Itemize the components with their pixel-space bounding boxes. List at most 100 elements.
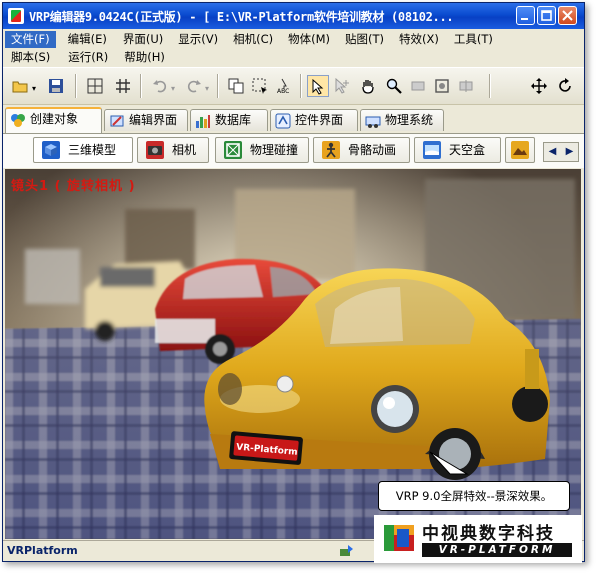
open-dropdown-icon[interactable]: ▾ — [32, 84, 36, 93]
tab-landscape[interactable] — [505, 137, 535, 163]
toolbar-separator — [75, 74, 77, 98]
menu-display[interactable]: 显示(V) — [172, 31, 224, 48]
tab-label: 创建对象 — [30, 112, 79, 126]
rename-button[interactable]: ABC — [273, 75, 295, 97]
effect-callout: VRP 9.0全屏特效--景深效果。 — [378, 481, 570, 511]
tab-label: 控件界面 — [295, 113, 344, 127]
zoom-icon — [386, 78, 402, 94]
maximize-icon — [541, 10, 552, 21]
pointer-add-button[interactable] — [331, 75, 353, 97]
tab-3d-model[interactable]: 三维模型 — [33, 137, 133, 163]
link-icon — [411, 81, 425, 91]
sub-tab-strip: 三维模型 相机 物理碰撞 骨骼动画 天空盒 ◀ ▶ — [3, 133, 584, 168]
minimize-button[interactable] — [516, 6, 535, 25]
app-window: VRP编辑器9.0424C(正式版) - [ E:\VR-Platform软件培… — [2, 2, 585, 562]
toolbar-separator — [489, 74, 491, 98]
marquee-select-button[interactable] — [249, 75, 271, 97]
vr-platform-logo-icon — [384, 525, 414, 551]
save-button[interactable] — [45, 75, 67, 97]
tab-label: 天空盒 — [449, 143, 486, 157]
tab-physics[interactable]: 物理系统 — [360, 109, 444, 131]
undo-button[interactable] — [149, 75, 171, 97]
pointer-add-icon — [335, 78, 349, 94]
menu-interface[interactable]: 界面(U) — [117, 31, 169, 48]
tab-scroll-arrows: ◀ ▶ — [543, 142, 579, 162]
menu-object[interactable]: 物体(M) — [282, 31, 336, 48]
main-toolbar: ▾ ▾ ▾ ABC — [3, 67, 584, 105]
tab-edit-ui[interactable]: 编辑界面 — [104, 109, 188, 131]
tab-label: 物理系统 — [385, 113, 434, 127]
redo-icon — [187, 80, 201, 93]
copy-icon — [228, 78, 244, 94]
brand-name-en: VR-PLATFORM — [422, 543, 572, 557]
camera-icon — [146, 141, 164, 159]
tab-create-object[interactable]: 创建对象 — [5, 107, 102, 133]
camera-label: 镜头1 ( 旋转相机 ) — [11, 179, 136, 194]
hand-pan-button[interactable] — [357, 75, 379, 97]
3d-viewport[interactable]: VR-Platform 镜头1 ( 旋转相机 ) VRP 9.0全屏特效--景深… — [5, 169, 581, 539]
tab-label: 编辑界面 — [129, 113, 178, 127]
toolbar-separator — [140, 74, 142, 98]
zoom-button[interactable] — [383, 75, 405, 97]
app-logo-icon[interactable] — [8, 8, 24, 24]
brand-watermark: 中视典数字科技 VR-PLATFORM — [374, 515, 582, 563]
rotate-button[interactable] — [554, 75, 576, 97]
save-icon — [49, 79, 63, 93]
3d-model-icon — [42, 141, 60, 159]
main-tab-strip: 创建对象 编辑界面 数据库 控件界面 物理系统 — [3, 105, 584, 133]
tab-skybox[interactable]: 天空盒 — [414, 137, 501, 163]
menu-help[interactable]: 帮助(H) — [118, 49, 171, 66]
maximize-button[interactable] — [537, 6, 556, 25]
snap-grid-button[interactable] — [112, 75, 134, 97]
redo-button[interactable] — [183, 75, 205, 97]
tab-database[interactable]: 数据库 — [190, 109, 268, 131]
window-title: VRP编辑器9.0424C(正式版) - [ E:\VR-Platform软件培… — [29, 10, 454, 24]
menu-effects[interactable]: 特效(X) — [393, 31, 445, 48]
menu-bar: 文件(F) 编辑(E) 界面(U) 显示(V) 相机(C) 物体(M) 贴图(T… — [3, 30, 584, 66]
hand-pan-icon — [362, 80, 374, 94]
undo-dropdown-icon[interactable]: ▾ — [171, 84, 175, 93]
frame-button[interactable] — [431, 75, 453, 97]
open-folder-icon — [12, 81, 28, 93]
menu-script[interactable]: 脚本(S) — [5, 49, 56, 66]
tab-camera[interactable]: 相机 — [137, 137, 209, 163]
menu-edit[interactable]: 编辑(E) — [62, 31, 113, 48]
tab-skeleton[interactable]: 骨骼动画 — [313, 137, 410, 163]
scroll-right-icon[interactable]: ▶ — [561, 143, 578, 161]
menu-run[interactable]: 运行(R) — [62, 49, 114, 66]
landscape-icon — [511, 141, 529, 159]
toolbar-separator — [217, 74, 219, 98]
pointer-select-icon — [312, 79, 324, 95]
copy-button[interactable] — [225, 75, 247, 97]
frame-icon — [435, 79, 449, 93]
tab-label: 骨骼动画 — [348, 143, 397, 157]
menu-texture[interactable]: 贴图(T) — [339, 31, 390, 48]
tab-controls[interactable]: 控件界面 — [270, 109, 358, 131]
tab-label: 数据库 — [215, 113, 252, 127]
menu-camera[interactable]: 相机(C) — [227, 31, 279, 48]
move-button[interactable] — [528, 75, 550, 97]
menu-tools[interactable]: 工具(T) — [448, 31, 499, 48]
minimize-icon — [521, 18, 528, 20]
tab-label: 相机 — [172, 143, 197, 157]
unlink-button[interactable] — [455, 75, 477, 97]
physics-icon — [365, 116, 381, 128]
move-icon — [531, 78, 547, 94]
link-button[interactable] — [407, 75, 429, 97]
pointer-select-button[interactable] — [307, 75, 329, 97]
grid-button[interactable] — [84, 75, 106, 97]
skybox-icon — [423, 141, 441, 159]
menu-file[interactable]: 文件(F) — [5, 31, 56, 48]
tab-collision[interactable]: 物理碰撞 — [215, 137, 309, 163]
skeleton-icon — [322, 141, 340, 159]
create-object-icon — [11, 114, 25, 127]
close-button[interactable] — [558, 6, 577, 25]
toolbar-separator — [300, 74, 302, 98]
edit-ui-icon — [110, 115, 124, 127]
redo-dropdown-icon[interactable]: ▾ — [205, 84, 209, 93]
scroll-left-icon[interactable]: ◀ — [544, 143, 561, 161]
tab-label: 三维模型 — [68, 143, 117, 157]
status-network-icon[interactable] — [338, 544, 354, 558]
open-button[interactable] — [9, 75, 31, 97]
title-bar[interactable]: VRP编辑器9.0424C(正式版) - [ E:\VR-Platform软件培… — [3, 3, 584, 29]
